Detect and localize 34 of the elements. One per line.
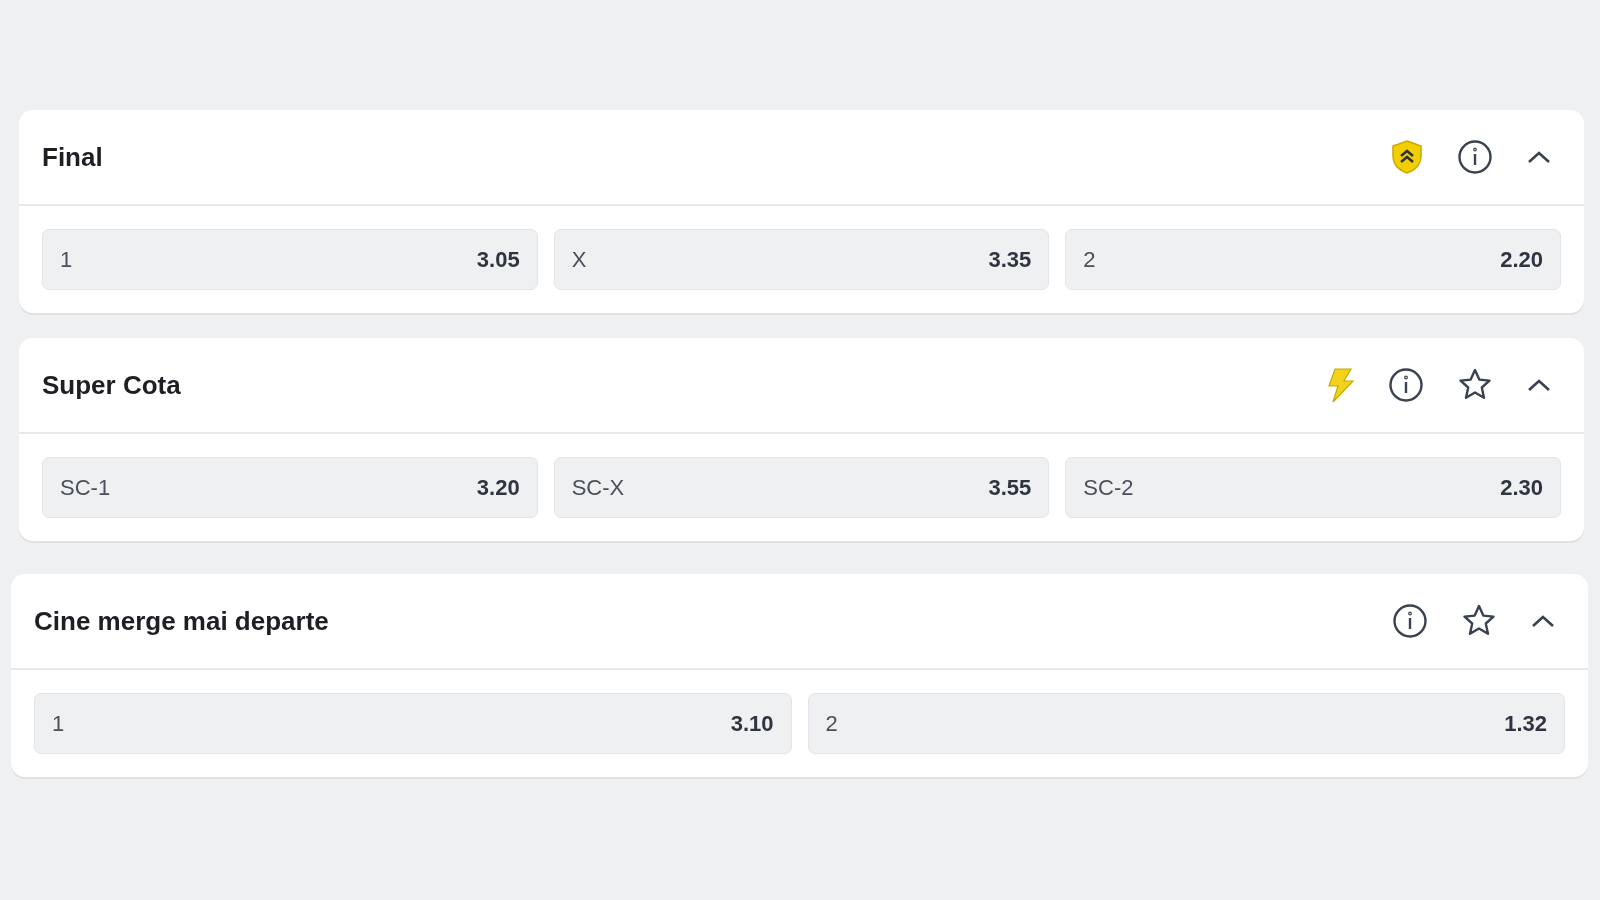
info-icon[interactable] [1388, 367, 1424, 403]
outcome-label: 2 [825, 710, 838, 737]
outcome-label: SC-2 [1083, 474, 1134, 501]
shield-icon[interactable] [1390, 139, 1424, 175]
odds-button[interactable]: SC-X 3.55 [553, 457, 1050, 518]
odds-button[interactable]: X 3.35 [553, 229, 1050, 290]
market-title: Cine merge mai departe [34, 605, 330, 637]
odds-button[interactable]: 1 3.05 [42, 229, 538, 290]
odds-value: 2.20 [1500, 246, 1543, 273]
odds-button[interactable]: SC-2 2.30 [1065, 457, 1561, 518]
odds-value: 2.30 [1500, 474, 1543, 501]
market-title: Super Cota [42, 369, 182, 401]
outcome-label: SC-X [571, 474, 625, 501]
odds-value: 1.32 [1504, 710, 1547, 737]
odds-value: 3.05 [476, 246, 520, 273]
odds-button[interactable]: 1 3.10 [34, 693, 792, 754]
outcome-label: SC-1 [60, 474, 111, 501]
chevron-up-icon[interactable] [1530, 613, 1556, 629]
outcome-label: 2 [1083, 246, 1096, 273]
market-title: Final [42, 141, 104, 173]
info-icon[interactable] [1392, 603, 1428, 639]
odds-button[interactable]: 2 1.32 [807, 693, 1565, 754]
odds-button[interactable]: 2 2.20 [1065, 229, 1561, 290]
odds-value: 3.55 [988, 474, 1032, 501]
odds-value: 3.20 [476, 474, 520, 501]
chevron-up-icon[interactable] [1526, 149, 1552, 165]
outcome-label: 1 [52, 710, 65, 737]
outcome-label: 1 [60, 246, 73, 273]
chevron-up-icon[interactable] [1526, 377, 1552, 393]
odds-button[interactable]: SC-1 3.20 [42, 457, 538, 518]
odds-value: 3.10 [730, 710, 774, 737]
odds-value: 3.35 [988, 246, 1032, 273]
info-icon[interactable] [1457, 139, 1493, 175]
outcome-label: X [571, 246, 587, 273]
